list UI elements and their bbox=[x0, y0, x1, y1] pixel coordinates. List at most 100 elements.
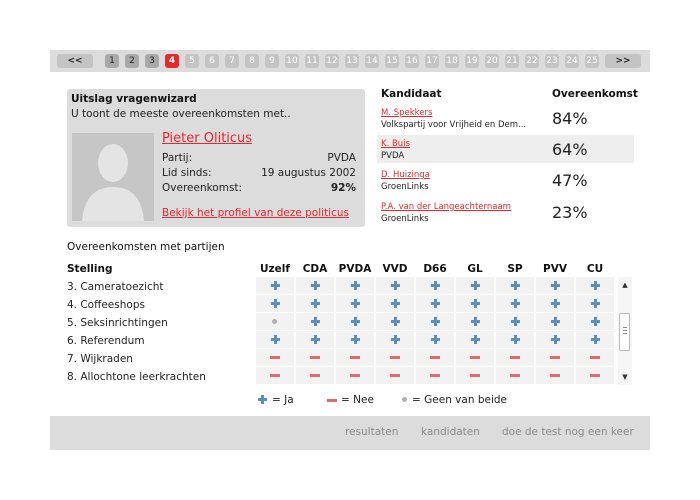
scroll-down-arrow-icon[interactable]: ▼ bbox=[618, 371, 632, 383]
matrix-cell bbox=[536, 331, 574, 348]
pager-page-5[interactable]: 5 bbox=[185, 54, 199, 68]
plus-icon bbox=[311, 335, 320, 344]
pager-page-23[interactable]: 23 bbox=[545, 54, 559, 68]
matrix-cell bbox=[416, 367, 454, 384]
pager-page-8[interactable]: 8 bbox=[245, 54, 259, 68]
minus-icon bbox=[350, 356, 360, 359]
pager-page-18[interactable]: 18 bbox=[445, 54, 459, 68]
minus-icon bbox=[550, 356, 560, 359]
matrix-cell bbox=[336, 277, 374, 294]
matrix-cell bbox=[576, 331, 614, 348]
candidate-name-link[interactable]: D. Huizinga bbox=[381, 170, 430, 180]
pager-page-7[interactable]: 7 bbox=[225, 54, 239, 68]
minus-icon bbox=[430, 374, 440, 377]
matrix-cell bbox=[256, 349, 294, 366]
candidate-match: 47% bbox=[552, 171, 588, 190]
matrix-cell bbox=[256, 295, 294, 312]
matrix-cell bbox=[456, 295, 494, 312]
retake-test-link[interactable]: doe de test nog een keer bbox=[502, 426, 634, 438]
footer-bar: resultaten kandidaten doe de test nog ee… bbox=[50, 416, 650, 450]
matrix-cell bbox=[496, 367, 534, 384]
minus-icon bbox=[430, 356, 440, 359]
party-header-pvv: PVV bbox=[543, 263, 567, 275]
pager-page-4[interactable]: 4 bbox=[165, 54, 179, 68]
pager-page-24[interactable]: 24 bbox=[565, 54, 579, 68]
pager-page-3[interactable]: 3 bbox=[145, 54, 159, 68]
pager-page-19[interactable]: 19 bbox=[465, 54, 479, 68]
matrix-cell bbox=[496, 313, 534, 330]
matrix-cell bbox=[536, 277, 574, 294]
matrix-cell bbox=[376, 313, 414, 330]
minus-icon bbox=[270, 374, 280, 377]
pager-page-1[interactable]: 1 bbox=[105, 54, 119, 68]
results-link[interactable]: resultaten bbox=[345, 426, 398, 438]
candidate-row: K. Buis PVDA 64% bbox=[377, 135, 634, 163]
matrix-cell bbox=[456, 331, 494, 348]
plus-icon bbox=[591, 317, 600, 326]
minus-icon bbox=[590, 374, 600, 377]
candidate-name-link[interactable]: K. Buis bbox=[381, 139, 410, 149]
plus-icon bbox=[511, 299, 520, 308]
candidates-link[interactable]: kandidaten bbox=[421, 426, 480, 438]
plus-icon bbox=[391, 317, 400, 326]
candidate-name-link[interactable]: M. Spekkers bbox=[381, 108, 432, 118]
minus-icon bbox=[470, 356, 480, 359]
party-header-cda: CDA bbox=[302, 263, 328, 275]
matrix-cell bbox=[416, 349, 454, 366]
matrix-cell bbox=[376, 277, 414, 294]
result-heading: Uitslag vragenwizard bbox=[71, 93, 197, 105]
plus-icon bbox=[351, 335, 360, 344]
pager-page-25[interactable]: 25 bbox=[585, 54, 599, 68]
plus-icon bbox=[391, 281, 400, 290]
plus-icon bbox=[351, 281, 360, 290]
matrix-cell bbox=[536, 367, 574, 384]
minus-icon bbox=[510, 356, 520, 359]
matrix-cell bbox=[376, 295, 414, 312]
plus-icon bbox=[351, 317, 360, 326]
pager-page-13[interactable]: 13 bbox=[345, 54, 359, 68]
pager-page-10[interactable]: 10 bbox=[285, 54, 299, 68]
statement-label: 7. Wijkraden bbox=[67, 353, 133, 365]
candidate-name-link[interactable]: P.A. van der Langeachternaam bbox=[381, 202, 511, 212]
statement-column-header: Stelling bbox=[67, 263, 113, 275]
matrix-cell bbox=[456, 367, 494, 384]
statement-label: 4. Coffeeshops bbox=[67, 299, 145, 311]
pager-page-11[interactable]: 11 bbox=[305, 54, 319, 68]
pager-page-14[interactable]: 14 bbox=[365, 54, 379, 68]
plus-icon bbox=[471, 317, 480, 326]
pager-prev-button[interactable]: << bbox=[57, 54, 93, 68]
view-profile-link[interactable]: Bekijk het profiel van deze politicus bbox=[162, 207, 349, 219]
pager-page-6[interactable]: 6 bbox=[205, 54, 219, 68]
avatar bbox=[72, 133, 154, 221]
pager-next-button[interactable]: >> bbox=[605, 54, 641, 68]
matrix-cell bbox=[336, 349, 374, 366]
minus-icon bbox=[390, 356, 400, 359]
matrix-cell bbox=[416, 295, 454, 312]
pager-page-9[interactable]: 9 bbox=[265, 54, 279, 68]
minus-icon bbox=[470, 374, 480, 377]
politician-name-link[interactable]: Pieter Oliticus bbox=[162, 131, 252, 146]
pager-page-20[interactable]: 20 bbox=[485, 54, 499, 68]
candidate-match: 64% bbox=[552, 140, 588, 159]
field-label: Overeenkomst: bbox=[162, 182, 243, 194]
minus-icon bbox=[550, 374, 560, 377]
matrix-cell bbox=[456, 349, 494, 366]
wizard-frame: << 1 2 3 4 5 6 7 8 9 10 11 12 13 14 15 16 17 18 19 20 21 22 23 2… bbox=[50, 50, 650, 450]
pager-page-2[interactable]: 2 bbox=[125, 54, 139, 68]
matrix-scrollbar[interactable]: ▲ ▼ bbox=[618, 277, 632, 385]
pager-page-21[interactable]: 21 bbox=[505, 54, 519, 68]
scroll-thumb[interactable] bbox=[619, 313, 630, 351]
pager-page-12[interactable]: 12 bbox=[325, 54, 339, 68]
field-value: PVDA bbox=[327, 152, 356, 164]
matrix-cell bbox=[376, 349, 414, 366]
candidate-match: 84% bbox=[552, 109, 588, 128]
matrix-cell bbox=[416, 277, 454, 294]
matrix-cell bbox=[536, 295, 574, 312]
pager-page-22[interactable]: 22 bbox=[525, 54, 539, 68]
pager-page-16[interactable]: 16 bbox=[405, 54, 419, 68]
pager-page-15[interactable]: 15 bbox=[385, 54, 399, 68]
pager-page-17[interactable]: 17 bbox=[425, 54, 439, 68]
plus-icon bbox=[431, 281, 440, 290]
scroll-up-arrow-icon[interactable]: ▲ bbox=[618, 279, 632, 291]
field-label: Lid sinds: bbox=[162, 167, 212, 179]
